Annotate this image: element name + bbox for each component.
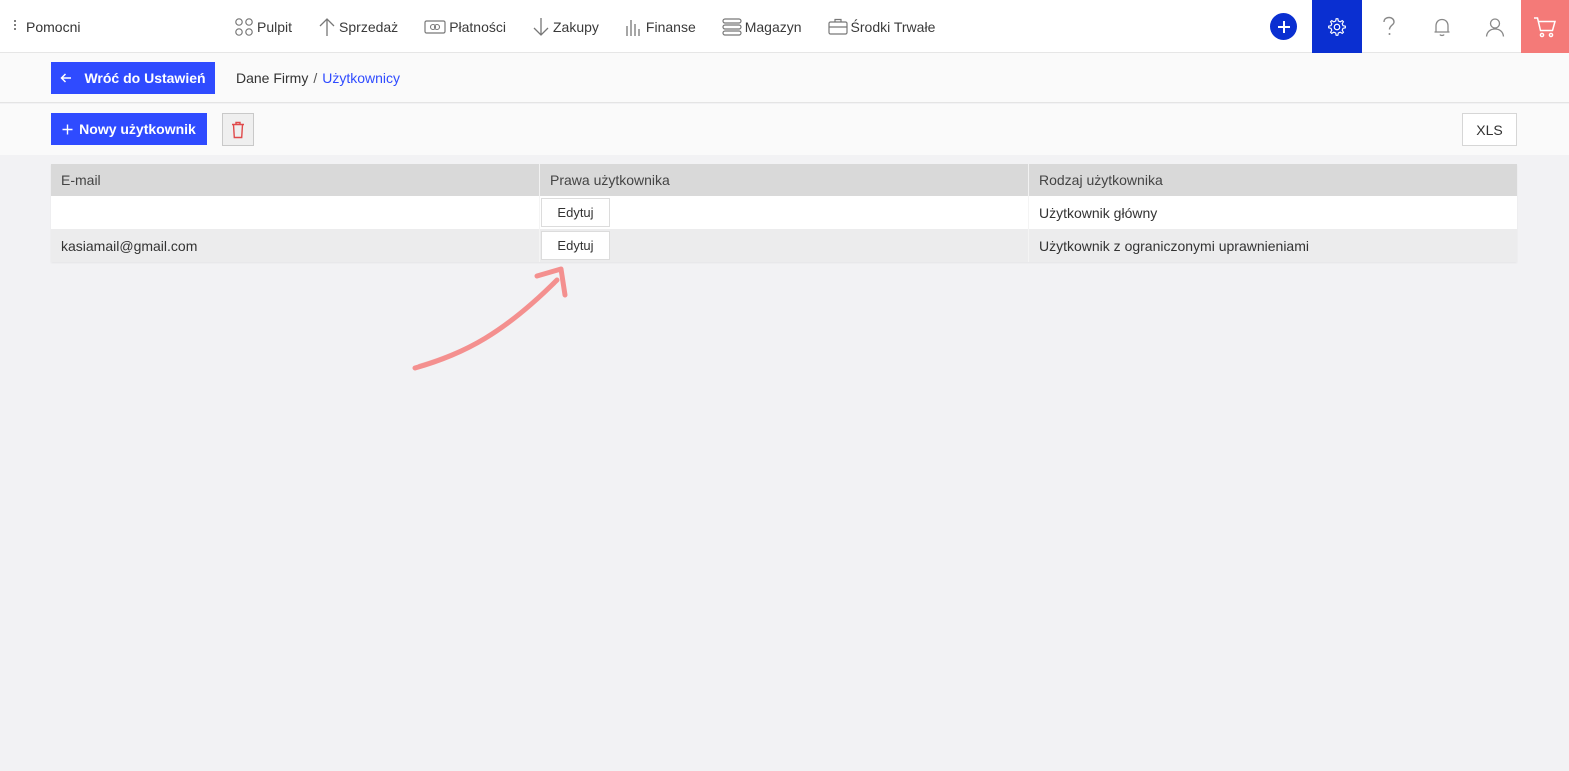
nav-item-finanse[interactable]: Finanse bbox=[625, 17, 696, 37]
column-header-email: E-mail bbox=[51, 164, 540, 196]
rights-cell: Edytuj bbox=[540, 229, 1029, 262]
nav-item-srodki-trwale[interactable]: Środki Trwałe bbox=[827, 17, 936, 37]
quick-add-button[interactable] bbox=[1270, 13, 1297, 40]
action-toolbar: Nowy użytkownik XLS bbox=[0, 104, 1569, 155]
plus-icon bbox=[1277, 20, 1290, 33]
payment-card-icon bbox=[424, 19, 446, 34]
plus-icon bbox=[62, 124, 73, 134]
top-navigation-bar: Pomocni Pulpit Sprzedaż Płatności Zakupy… bbox=[0, 0, 1569, 53]
user-type-cell: Użytkownik główny bbox=[1039, 204, 1158, 221]
arrow-left-icon bbox=[60, 73, 72, 83]
nav-label: Zakupy bbox=[553, 18, 599, 35]
breadcrumb-bar: Wróć do Ustawień Dane Firmy / Użytkownic… bbox=[0, 53, 1569, 103]
account-button[interactable] bbox=[1468, 0, 1521, 53]
nav-label: Środki Trwałe bbox=[850, 18, 936, 35]
nav-item-platnosci[interactable]: Płatności bbox=[424, 18, 506, 36]
nav-label: Pulpit bbox=[257, 18, 293, 35]
column-header-rights: Prawa użytkownika bbox=[540, 164, 1029, 196]
notifications-button[interactable] bbox=[1415, 0, 1468, 53]
grid-circles-icon bbox=[235, 17, 253, 36]
breadcrumb: Dane Firmy / Użytkownicy bbox=[236, 53, 400, 103]
table-row: kasiamail@gmail.com Edytuj Użytkownik z … bbox=[51, 229, 1517, 262]
annotation-arrow-icon bbox=[412, 266, 568, 371]
bar-chart-icon bbox=[626, 19, 640, 36]
breadcrumb-separator: / bbox=[313, 70, 318, 86]
nav-label: Sprzedaż bbox=[339, 18, 399, 35]
cart-button[interactable] bbox=[1521, 0, 1569, 53]
brand-menu[interactable]: Pomocni bbox=[14, 0, 80, 53]
breadcrumb-link-dane-firmy[interactable]: Dane Firmy bbox=[236, 70, 308, 86]
top-right-actions bbox=[1270, 0, 1569, 53]
email-cell: kasiamail@gmail.com bbox=[51, 229, 540, 262]
email-cell bbox=[51, 196, 540, 229]
settings-button[interactable] bbox=[1312, 0, 1362, 53]
kebab-menu-icon[interactable] bbox=[14, 19, 16, 30]
column-header-type: Rodzaj użytkownika bbox=[1039, 172, 1163, 188]
main-nav: Pulpit Sprzedaż Płatności Zakupy Finanse… bbox=[234, 0, 961, 53]
new-user-label: Nowy użytkownik bbox=[79, 121, 196, 137]
briefcase-icon bbox=[827, 18, 848, 35]
back-label: Wróć do Ustawień bbox=[84, 70, 206, 86]
nav-label: Magazyn bbox=[744, 18, 802, 35]
arrow-down-icon bbox=[533, 17, 549, 36]
user-type-cell: Użytkownik z ograniczonymi uprawnieniami bbox=[1039, 237, 1309, 254]
rights-cell: Edytuj bbox=[540, 196, 1029, 229]
help-button[interactable] bbox=[1362, 0, 1415, 53]
brand-label: Pomocni bbox=[26, 18, 81, 35]
delete-button[interactable] bbox=[222, 113, 254, 146]
nav-item-pulpit[interactable]: Pulpit bbox=[234, 17, 292, 37]
export-xls-button[interactable]: XLS bbox=[1462, 113, 1517, 146]
nav-item-sprzedaz[interactable]: Sprzedaż bbox=[318, 17, 398, 37]
gear-icon bbox=[1328, 17, 1346, 36]
user-icon bbox=[1485, 17, 1504, 37]
edit-rights-button[interactable]: Edytuj bbox=[541, 198, 610, 227]
trash-icon bbox=[232, 121, 244, 138]
users-table: E-mail Prawa użytkownika Rodzaj użytkown… bbox=[51, 164, 1517, 262]
edit-rights-button[interactable]: Edytuj bbox=[541, 231, 610, 260]
nav-label: Finanse bbox=[645, 18, 696, 35]
nav-label: Płatności bbox=[449, 18, 506, 35]
question-icon bbox=[1382, 16, 1395, 35]
back-to-settings-button[interactable]: Wróć do Ustawień bbox=[51, 62, 215, 94]
breadcrumb-current: Użytkownicy bbox=[322, 70, 401, 86]
arrow-up-icon bbox=[319, 17, 335, 36]
table-header: E-mail Prawa użytkownika Rodzaj użytkown… bbox=[51, 164, 1517, 196]
nav-item-magazyn[interactable]: Magazyn bbox=[722, 17, 802, 37]
cart-icon bbox=[1534, 16, 1556, 37]
nav-item-zakupy[interactable]: Zakupy bbox=[532, 17, 599, 37]
bell-icon bbox=[1434, 18, 1449, 36]
new-user-button[interactable]: Nowy użytkownik bbox=[51, 113, 207, 145]
stack-icon bbox=[722, 17, 742, 36]
table-row: Edytuj Użytkownik główny bbox=[51, 196, 1517, 229]
